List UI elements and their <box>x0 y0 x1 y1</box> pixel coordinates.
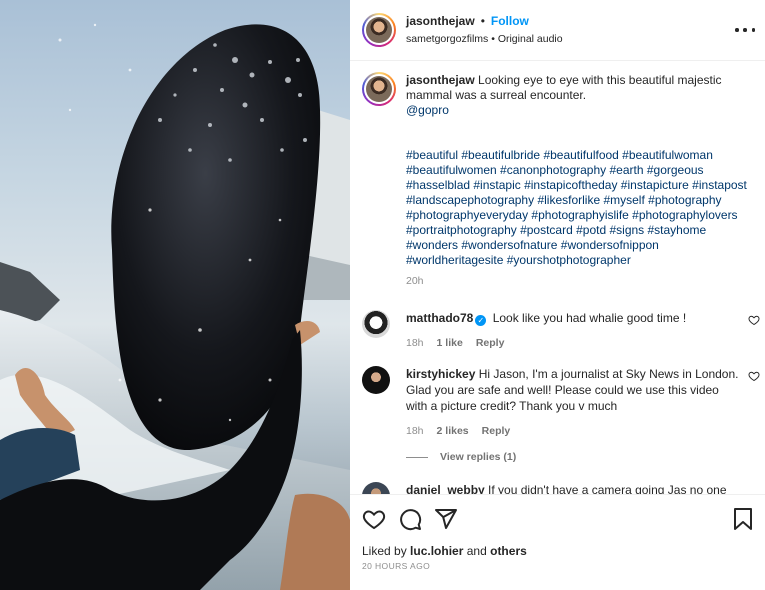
post-header: jasonthejaw • Follow sametgorgozfilms • … <box>350 0 765 61</box>
post-media[interactable] <box>0 0 350 590</box>
caption-username[interactable]: jasonthejaw <box>406 73 475 87</box>
liked-by-others[interactable]: others <box>490 544 527 558</box>
reply-button[interactable]: Reply <box>482 423 511 439</box>
comment-icon[interactable] <box>398 507 422 531</box>
comment-likes[interactable]: 2 likes <box>437 423 469 439</box>
comment-heart-icon[interactable] <box>748 370 760 382</box>
comment-username[interactable]: matthado78 <box>406 311 473 325</box>
liked-by-text: Liked by luc.lohier and others <box>362 544 527 558</box>
commenter-avatar[interactable] <box>362 366 390 394</box>
bookmark-icon[interactable] <box>732 507 754 531</box>
replies-line <box>406 456 428 458</box>
follow-button[interactable]: Follow <box>491 13 529 29</box>
subtitle-separator: • <box>491 33 495 45</box>
caption-avatar-image <box>366 76 392 102</box>
view-replies-button[interactable]: View replies (1) <box>406 451 516 463</box>
whale-photo <box>0 23 350 590</box>
comment-time: 18h <box>406 337 424 349</box>
post-side-panel: jasonthejaw • Follow sametgorgozfilms • … <box>350 0 765 590</box>
comment-username[interactable]: kirstyhickey <box>406 367 475 381</box>
liked-by-prefix: Liked by <box>362 544 407 558</box>
verified-badge-icon: ✓ <box>475 315 487 326</box>
caption-timestamp: 20h <box>406 275 424 287</box>
separator-dot: • <box>480 14 485 28</box>
liked-by-and: and <box>466 544 487 558</box>
commenter-avatar[interactable] <box>362 310 390 338</box>
author-avatar[interactable] <box>362 13 396 47</box>
caption-mention[interactable]: @gopro <box>406 103 758 118</box>
comment-heart-icon[interactable] <box>748 314 760 326</box>
comment-text: If you didn't have a camera going Jas no… <box>488 483 727 494</box>
comment-likes[interactable]: 1 like <box>437 335 463 351</box>
caption-avatar[interactable] <box>362 72 396 106</box>
author-username[interactable]: jasonthejaw <box>406 13 475 29</box>
heart-icon[interactable] <box>362 507 386 531</box>
post-timestamp[interactable]: 20 HOURS AGO <box>362 561 430 571</box>
post-footer: Liked by luc.lohier and others 20 HOURS … <box>350 494 765 590</box>
collaborator-link[interactable]: sametgorgozfilms <box>406 33 488 45</box>
comment-username[interactable]: daniel_webby <box>406 483 485 494</box>
comment-text: Look like you had whalie good time ! <box>492 311 687 325</box>
more-options-icon[interactable] <box>735 22 755 38</box>
author-avatar-image <box>366 17 392 43</box>
share-icon[interactable] <box>434 507 458 531</box>
reply-button[interactable]: Reply <box>476 335 505 351</box>
liked-by-user[interactable]: luc.lohier <box>410 544 463 558</box>
audio-link[interactable]: Original audio <box>498 33 563 45</box>
action-bar <box>362 507 458 531</box>
post-subtitle: sametgorgozfilms • Original audio <box>406 31 563 47</box>
view-replies-label: View replies (1) <box>440 451 517 463</box>
comments-scroll-area[interactable]: jasonthejaw Looking eye to eye with this… <box>350 62 765 494</box>
commenter-avatar[interactable] <box>362 482 390 494</box>
caption-hashtags[interactable]: #beautiful #beautifulbride #beautifulfoo… <box>406 148 758 268</box>
comment-time: 18h <box>406 425 424 437</box>
